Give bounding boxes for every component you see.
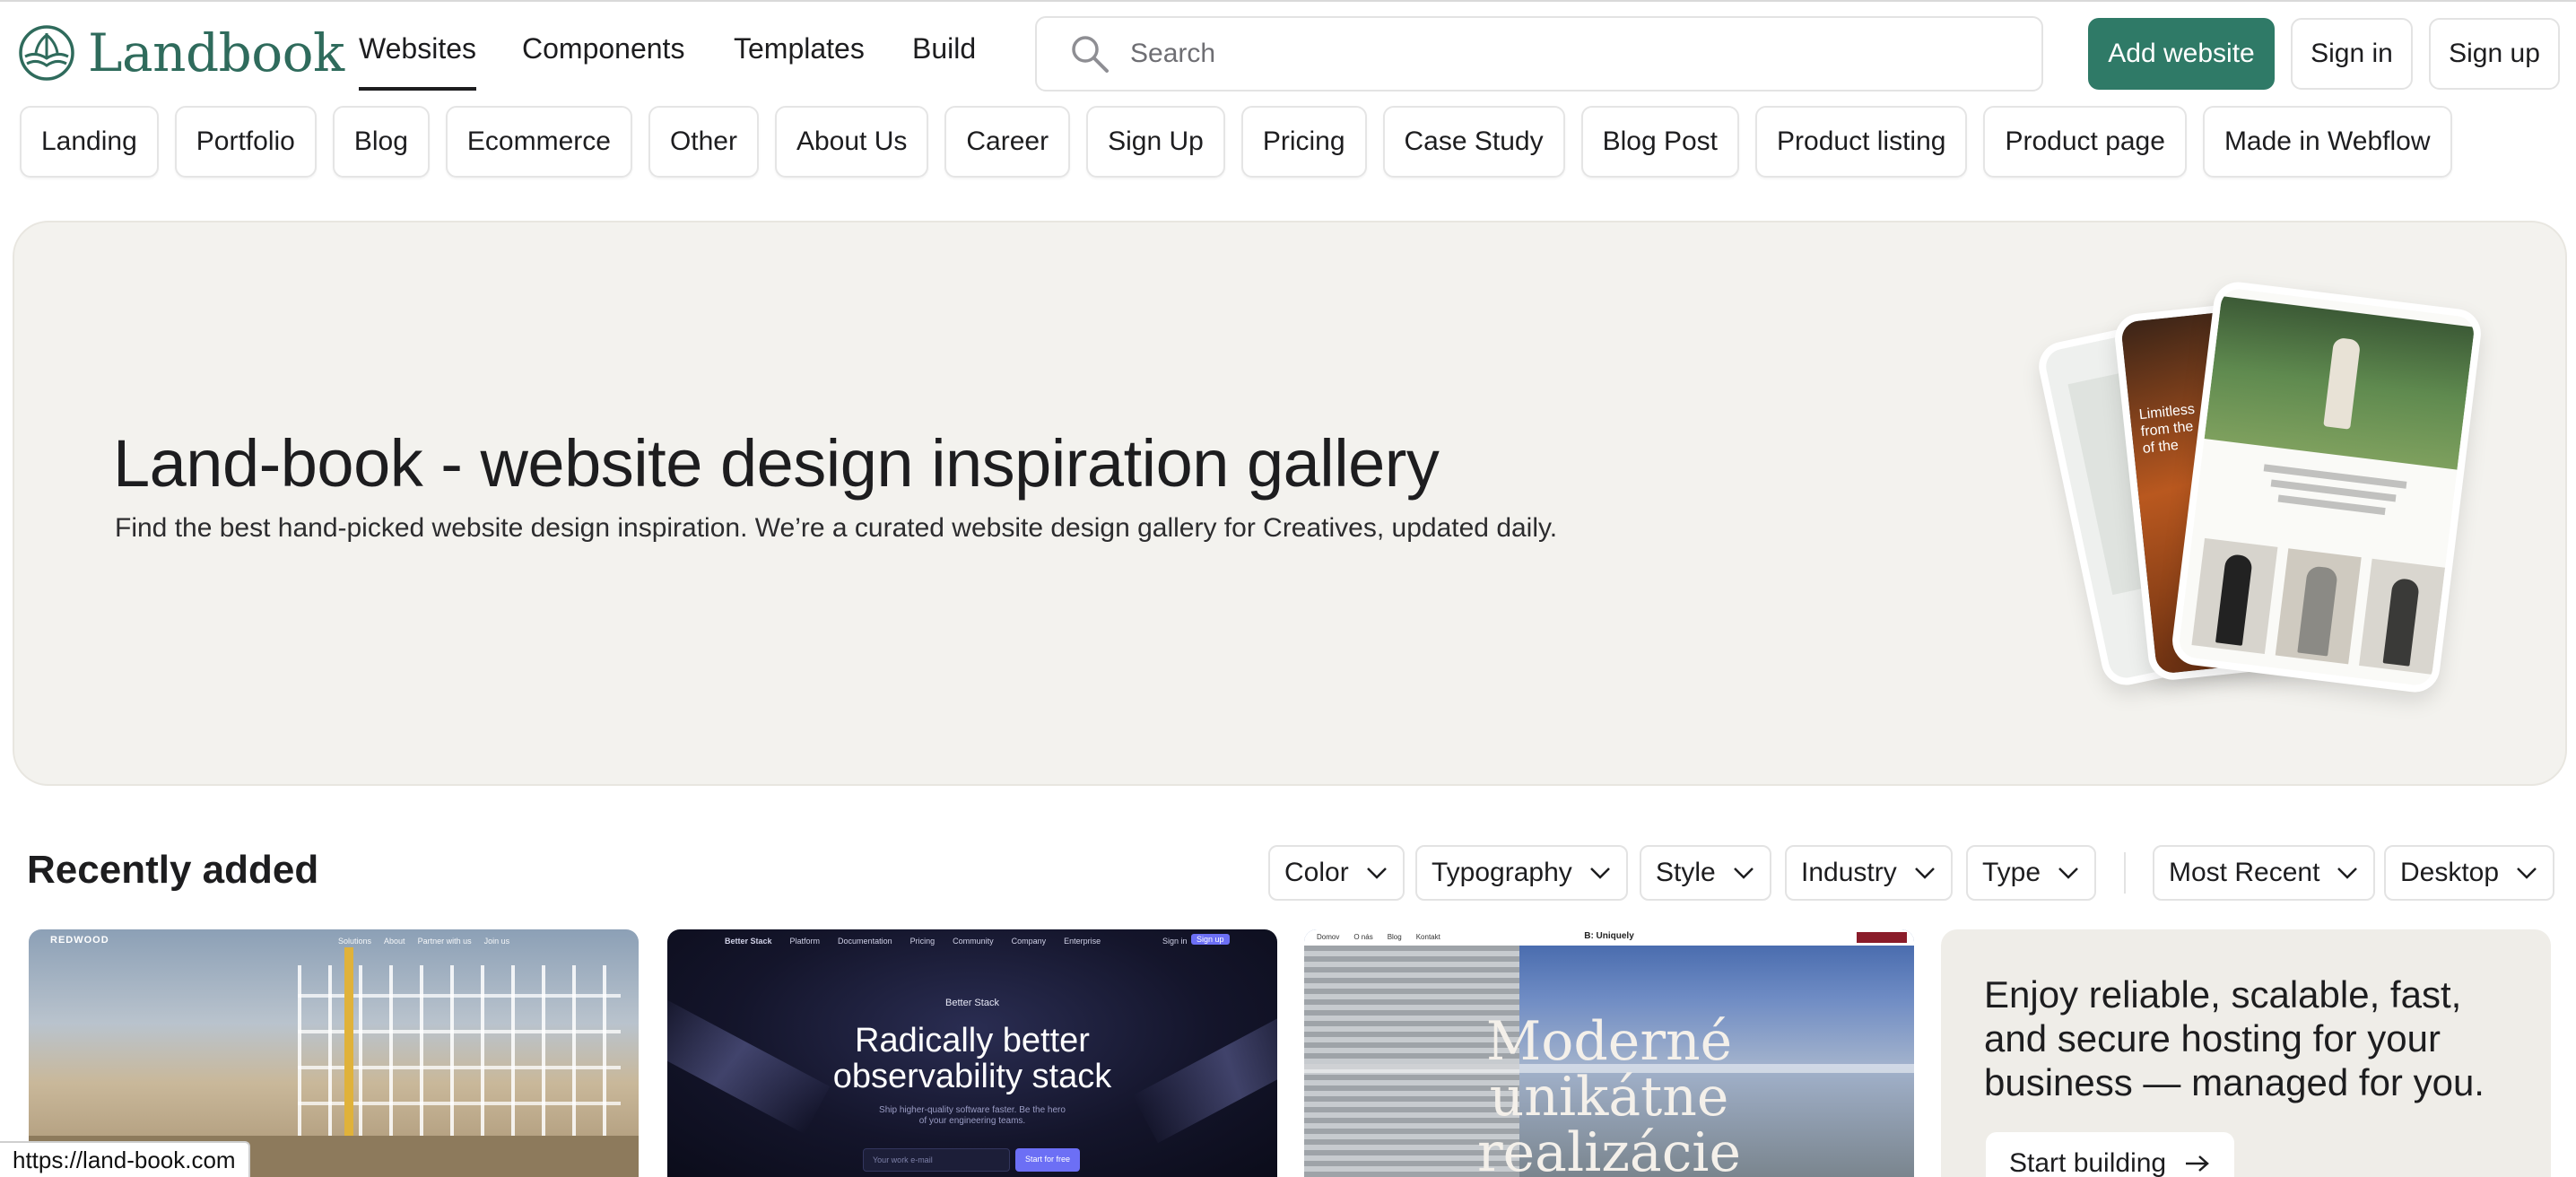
- nav-build[interactable]: Build: [912, 32, 976, 65]
- nav-templates[interactable]: Templates: [734, 32, 865, 65]
- thumbnail-sign-in: Sign in: [1162, 937, 1188, 946]
- thumbnail-logo: REDWOOD: [50, 935, 109, 946]
- sign-in-button[interactable]: Sign in: [2291, 18, 2413, 90]
- filter-label: Typography: [1432, 858, 1572, 887]
- top-navigation: Landbook Websites Components Templates B…: [0, 0, 2576, 100]
- sort-dropdown[interactable]: Most Recent: [2153, 845, 2376, 901]
- thumbnail-nav-item: Partner with us: [417, 937, 472, 946]
- category-chip-other[interactable]: Other: [648, 106, 759, 178]
- filter-style[interactable]: Style: [1640, 845, 1771, 901]
- filter-label: Style: [1656, 858, 1716, 887]
- chevron-down-icon: [1733, 867, 1754, 879]
- thumbnail-nav-item: Join us: [483, 937, 510, 946]
- thumbnail-sign-up: Sign up: [1191, 934, 1230, 945]
- filter-label: Industry: [1801, 858, 1897, 887]
- chevron-down-icon: [1914, 867, 1935, 879]
- site-thumbnail-betterstack[interactable]: Better Stack Platform Documentation Pric…: [667, 929, 1277, 1177]
- filter-industry[interactable]: Industry: [1785, 845, 1953, 901]
- thumbnail-headline-line: Moderné: [1485, 1010, 1733, 1073]
- thumbnail-headline-line: unikátne: [1489, 1066, 1729, 1129]
- category-chip-sign-up[interactable]: Sign Up: [1086, 106, 1225, 178]
- hero-title: Land-book - website design inspiration g…: [113, 426, 1440, 501]
- sign-up-button[interactable]: Sign up: [2429, 18, 2560, 90]
- filter-divider: [2124, 852, 2126, 894]
- thumbnail-nav-item: Solutions: [338, 937, 372, 946]
- recently-added-title: Recently added: [27, 848, 319, 892]
- chevron-down-icon: [1589, 867, 1610, 879]
- thumbnail-cta: Start for free: [1015, 1148, 1080, 1172]
- category-chip-about-us[interactable]: About Us: [774, 106, 929, 178]
- thumbnail-logo: B: Uniquely: [1584, 931, 1634, 941]
- category-chip-product-listing[interactable]: Product listing: [1755, 106, 1968, 178]
- chevron-down-icon: [1366, 867, 1387, 879]
- hero-banner: Land-book - website design inspiration g…: [13, 221, 2567, 786]
- search-icon: [1072, 36, 1109, 73]
- thumbnail-nav: Solutions About Partner with us Join us: [338, 937, 509, 946]
- sort-label: Most Recent: [2169, 858, 2320, 887]
- thumbnail-nav-item: Pricing: [909, 937, 936, 946]
- thumbnail-nav-item: Documentation: [838, 937, 892, 946]
- filter-typography[interactable]: Typography: [1415, 845, 1628, 901]
- thumbnail-nav-item: Platform: [789, 937, 821, 946]
- category-chip-blog-post[interactable]: Blog Post: [1580, 106, 1740, 178]
- filter-label: Color: [1284, 858, 1349, 887]
- thumbnail-logo: Better Stack: [945, 998, 999, 1008]
- ad-text: Enjoy reliable, scalable, fast, and secu…: [1984, 973, 2485, 1103]
- thumbnail-nav: Better Stack Platform Documentation Pric…: [725, 937, 1101, 946]
- thumbnail-nav-item: Company: [1011, 937, 1047, 946]
- device-dropdown[interactable]: Desktop: [2384, 845, 2555, 901]
- category-chip-made-in-webflow[interactable]: Made in Webflow: [2202, 106, 2452, 178]
- device-label: Desktop: [2400, 858, 2500, 887]
- category-chip-career[interactable]: Career: [944, 106, 1071, 178]
- thumbnail-nav-item: About: [384, 937, 405, 946]
- chevron-down-icon: [2517, 867, 2537, 879]
- thumbnail-brand: Better Stack: [725, 937, 772, 946]
- filter-type[interactable]: Type: [1966, 845, 2097, 901]
- add-website-button[interactable]: Add website: [2088, 18, 2275, 90]
- hosting-ad-card: Enjoy reliable, scalable, fast, and secu…: [1941, 929, 2551, 1177]
- category-chip-ecommerce[interactable]: Ecommerce: [445, 106, 632, 178]
- preview-card-front: [2169, 279, 2485, 695]
- category-chip-pricing[interactable]: Pricing: [1240, 106, 1367, 178]
- chevron-down-icon: [2337, 867, 2358, 879]
- thumbnail-email-input: Your work e-mail: [863, 1148, 1010, 1172]
- thumbnail-headline-line: realizácie: [1476, 1121, 1742, 1177]
- thumbnail-headline: Moderné unikátne realizácie: [1304, 1014, 1914, 1177]
- category-chip-landing[interactable]: Landing: [20, 106, 159, 178]
- thumbnail-nav-item: Enterprise: [1064, 937, 1101, 946]
- brand-name: Landbook: [88, 22, 344, 83]
- search-bar[interactable]: [1035, 16, 2043, 92]
- category-chips: Landing Portfolio Blog Ecommerce Other About …: [20, 106, 2452, 178]
- hero-illustration: Limitless from the of the: [2032, 279, 2499, 716]
- site-thumbnail-redwood[interactable]: REDWOOD Solutions About Partner with us …: [29, 929, 639, 1177]
- start-building-button[interactable]: Start building: [1986, 1132, 2235, 1177]
- filter-label: Type: [1982, 858, 2041, 887]
- hero-subtitle: Find the best hand-picked website design…: [115, 513, 1558, 543]
- category-chip-blog[interactable]: Blog: [332, 106, 430, 178]
- start-building-label: Start building: [2009, 1148, 2167, 1177]
- category-chip-portfolio[interactable]: Portfolio: [174, 106, 317, 178]
- logo[interactable]: Landbook: [18, 22, 344, 84]
- nav-components[interactable]: Components: [522, 32, 684, 65]
- search-input[interactable]: [1130, 39, 1937, 69]
- chevron-down-icon: [2058, 867, 2078, 879]
- thumbnail-nav-item: Community: [953, 937, 994, 946]
- thumbnail-cta: [1857, 932, 1907, 943]
- nav-websites[interactable]: Websites: [359, 32, 477, 91]
- landbook-logo-icon: [19, 25, 74, 81]
- status-bar-url: https://land-book.com: [0, 1141, 250, 1177]
- category-chip-product-page[interactable]: Product page: [1983, 106, 2187, 178]
- filter-color[interactable]: Color: [1268, 845, 1405, 901]
- site-thumbnail-uniquely[interactable]: Domov O nás Blog Kontakt B: Uniquely Mod…: [1304, 929, 1914, 1177]
- arrow-right-icon: [2186, 1155, 2209, 1172]
- category-chip-case-study[interactable]: Case Study: [1382, 106, 1565, 178]
